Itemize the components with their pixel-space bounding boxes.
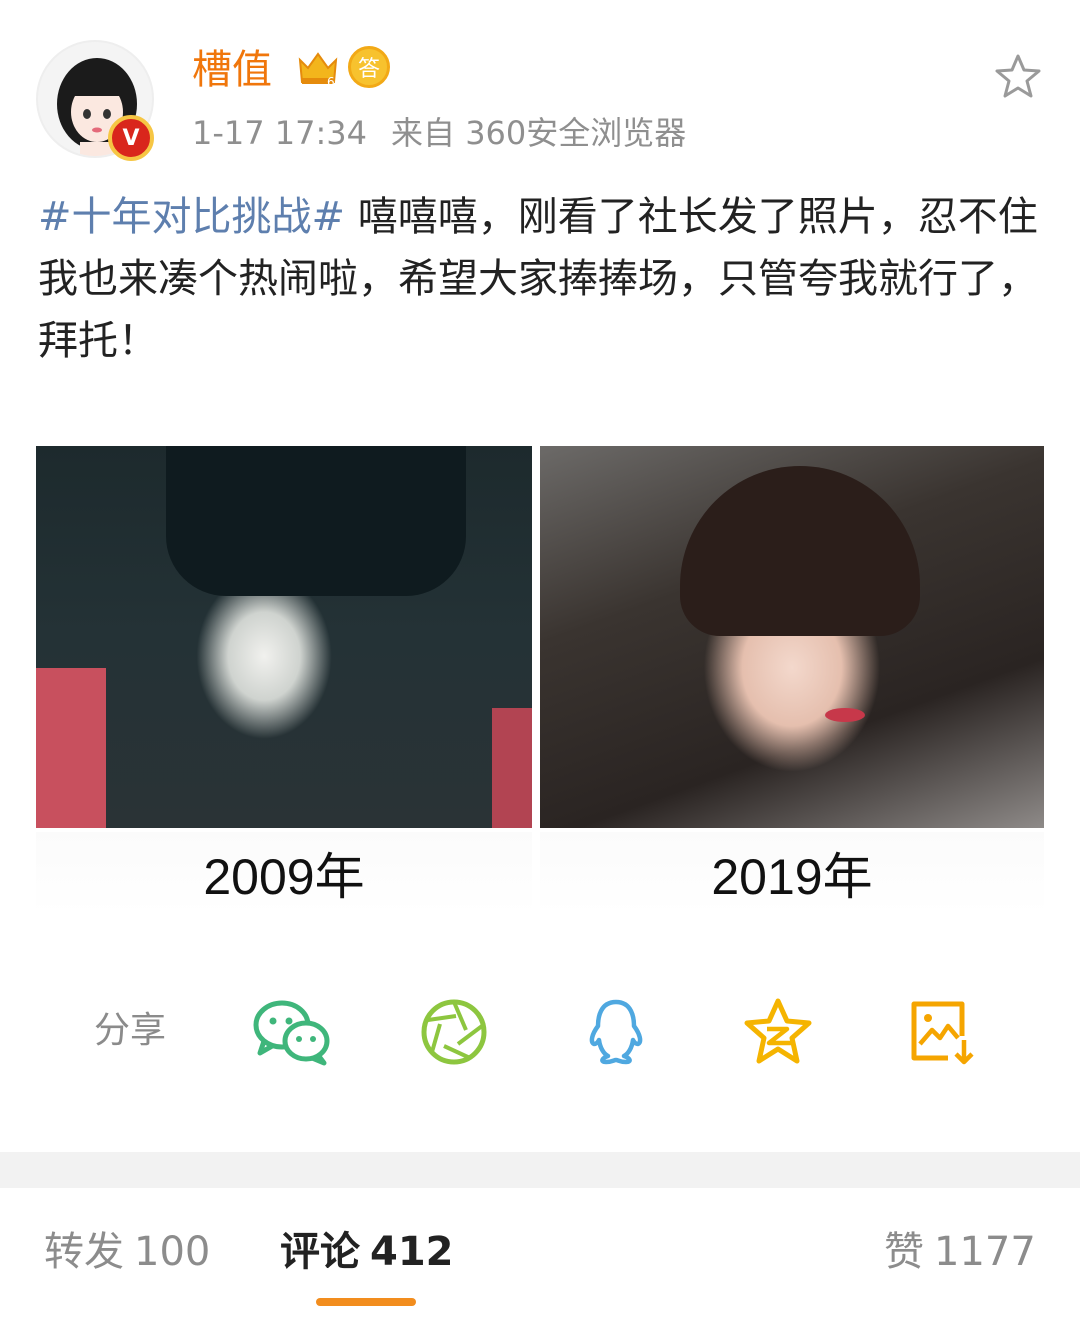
- section-divider: [0, 1152, 1080, 1188]
- save-image-icon[interactable]: [900, 994, 980, 1070]
- photo-detail: [36, 668, 106, 828]
- post-source: 来自 360安全浏览器: [391, 114, 687, 152]
- tab-repost-count: 100: [134, 1229, 211, 1275]
- answer-badge-icon[interactable]: 答: [348, 46, 390, 88]
- tab-comment[interactable]: 评论 412: [280, 1224, 454, 1280]
- username[interactable]: 槽值: [192, 42, 272, 98]
- photo-detail: [680, 466, 920, 636]
- verified-badge-icon: V: [108, 115, 154, 161]
- tab-like-count: 1177: [934, 1229, 1036, 1275]
- tab-comment-count: 412: [370, 1229, 454, 1275]
- photo-detail: [166, 446, 466, 596]
- tab-like[interactable]: 赞 1177: [884, 1224, 1036, 1280]
- photo-caption-2019: 2019年: [540, 832, 1044, 914]
- photo-detail: [492, 708, 532, 828]
- favorite-star-icon[interactable]: [992, 52, 1044, 102]
- moments-icon[interactable]: [414, 994, 494, 1070]
- active-tab-indicator: [316, 1298, 416, 1306]
- photo-caption-2009: 2009年: [36, 832, 532, 914]
- photo-2009[interactable]: [36, 446, 532, 828]
- photo-2019[interactable]: [540, 446, 1044, 828]
- post-text: #十年对比挑战# 嘻嘻嘻，刚看了社长发了照片，忍不住我也来凑个热闹啦，希望大家捧…: [38, 186, 1048, 372]
- tab-repost-label: 转发: [44, 1229, 124, 1275]
- photo-detail: [825, 708, 865, 722]
- qzone-icon[interactable]: [738, 994, 818, 1070]
- tab-repost[interactable]: 转发 100: [44, 1224, 210, 1280]
- qq-icon[interactable]: [576, 994, 656, 1070]
- tab-like-label: 赞: [884, 1229, 924, 1275]
- post-time: 1-17 17:34: [192, 114, 368, 152]
- share-label: 分享: [94, 1010, 167, 1051]
- tab-comment-label: 评论: [280, 1229, 360, 1275]
- hashtag-link[interactable]: #十年对比挑战#: [38, 194, 345, 240]
- svg-text:6: 6: [327, 75, 335, 88]
- crown-level-badge-icon[interactable]: 6: [296, 48, 340, 89]
- post-meta: 1-17 17:34 来自 360安全浏览器: [192, 110, 686, 156]
- wechat-icon[interactable]: [252, 994, 332, 1070]
